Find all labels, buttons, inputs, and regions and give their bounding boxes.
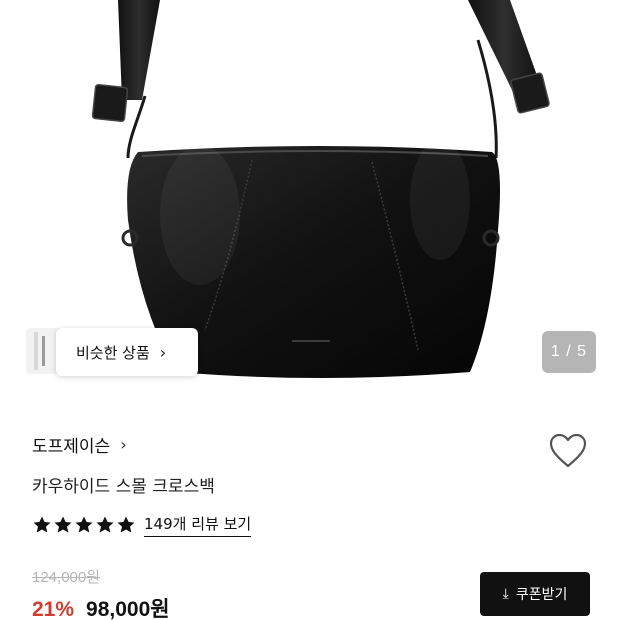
brand-name: 도프제이슨 (32, 437, 111, 457)
star-rating (32, 515, 136, 535)
chevron-right-icon: › (120, 435, 127, 454)
sale-price: 98,000원 (86, 598, 170, 620)
star-icon (54, 516, 72, 533)
discount-rate: 21% (32, 598, 75, 620)
similar-products-label: 비슷한 상품 (76, 343, 150, 362)
product-image[interactable]: 비슷한 상품 › 1 / 5 (0, 0, 620, 400)
download-icon: ⤓ (502, 586, 509, 602)
star-icon (117, 516, 135, 533)
star-icon (33, 516, 51, 533)
image-page-indicator: 1 / 5 (542, 331, 596, 373)
brand-link[interactable]: 도프제이슨 › (32, 432, 127, 457)
wishlist-heart-icon[interactable] (548, 432, 588, 470)
star-icon (96, 516, 114, 533)
thumbnail-shape (42, 336, 45, 366)
coupon-button-label: 쿠폰받기 (515, 587, 568, 603)
heart-icon (549, 433, 587, 468)
star-icon (75, 516, 93, 533)
rating-row: 149개 리뷰 보기 (32, 513, 252, 537)
original-price: 124,000원 (32, 569, 101, 586)
thumbnail-shape (34, 332, 38, 370)
get-coupon-button[interactable]: ⤓ 쿠폰받기 (480, 572, 590, 616)
product-title: 카우하이드 스몰 크로스백 (32, 477, 215, 497)
similar-products-button[interactable]: 비슷한 상품 › (56, 328, 198, 376)
chevron-right-icon: › (159, 342, 167, 362)
price-row: 21% 98,000원 (32, 593, 170, 620)
reviews-link[interactable]: 149개 리뷰 보기 (144, 513, 252, 537)
